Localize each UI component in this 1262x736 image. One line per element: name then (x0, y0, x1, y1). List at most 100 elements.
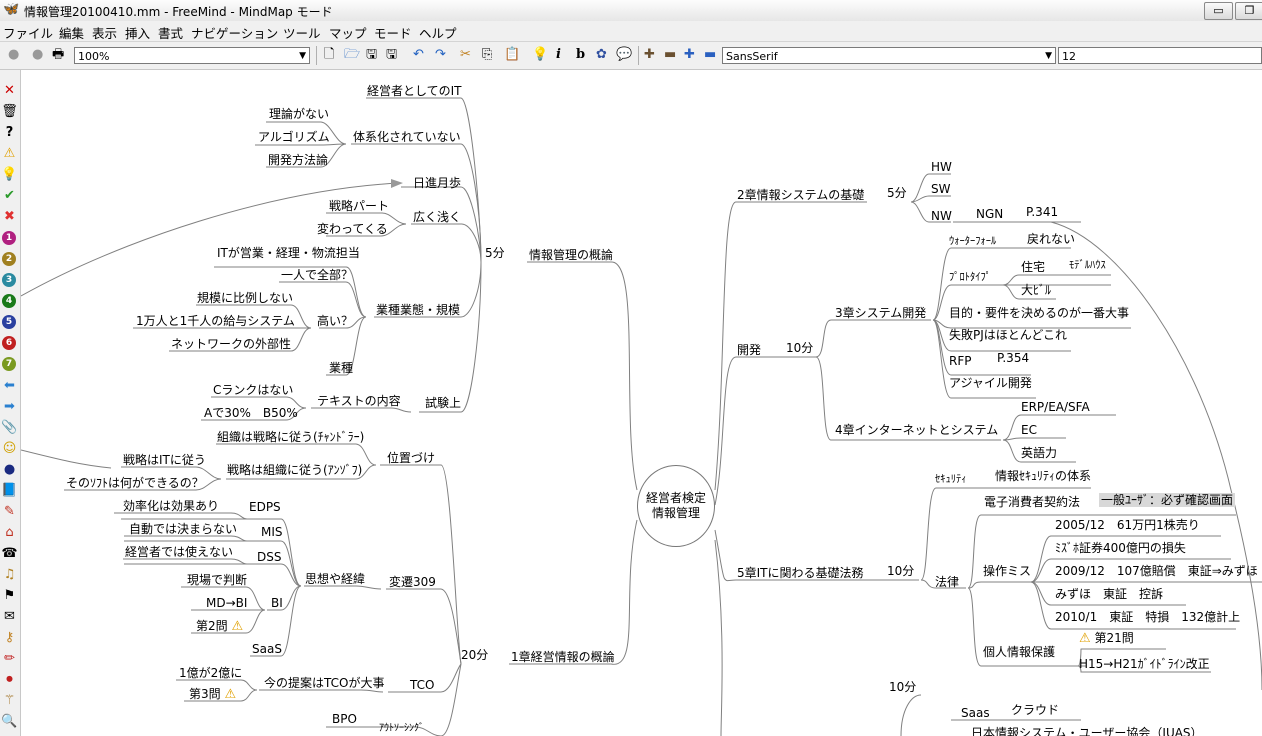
node-org-follows[interactable]: 組織は戦略に従う(ﾁｬﾝﾄﾞﾗｰ) (217, 430, 364, 444)
node-no-return[interactable]: 戻れない (1027, 232, 1075, 246)
pencil-icon[interactable]: ✏ (1, 650, 18, 667)
node-efficient[interactable]: 効率化は効果あり (123, 499, 219, 513)
font-select[interactable]: SansSerif ▼ (722, 47, 1056, 64)
paste-icon[interactable]: 📋 (504, 46, 520, 64)
menu-insert[interactable]: 挿入 (125, 23, 150, 42)
node-nw[interactable]: NW (931, 209, 952, 223)
node-p354[interactable]: P.354 (997, 351, 1029, 365)
print-icon[interactable]: 🖶 (52, 46, 64, 64)
node-salary-system[interactable]: 1万人と1千人の給与システム (136, 314, 295, 328)
node-law[interactable]: 法律 (935, 575, 959, 589)
arrow-right-icon[interactable]: ➡ (1, 398, 18, 415)
menu-help[interactable]: ヘルプ (419, 23, 457, 42)
node-cloud[interactable]: クラウド (1011, 703, 1059, 717)
priority-2-icon[interactable]: 2 (2, 252, 16, 266)
node-q2[interactable]: 第2問 ⚠ (196, 619, 243, 634)
node-juas[interactable]: 日本情報システム・ユーザー協会（JUAS） (971, 726, 1203, 736)
remove-icon-button[interactable]: ✕ (1, 82, 18, 99)
menu-map[interactable]: マップ (329, 23, 367, 42)
node-mizuho-appeal[interactable]: みずほ 東証 控訴 (1055, 587, 1163, 601)
node-time-10min[interactable]: 10分 (786, 341, 813, 355)
italic-icon[interactable]: i (556, 46, 561, 64)
node-eigo[interactable]: 英語力 (1021, 446, 1057, 460)
checkmark-icon[interactable]: ✔ (1, 187, 18, 204)
node-mis[interactable]: MIS (261, 525, 283, 539)
node-ch2-basis[interactable]: 2章情報システムの基礎 (737, 188, 864, 202)
trash-icon[interactable]: 🗑 (1, 103, 18, 120)
bomb-icon[interactable]: ● (1, 461, 18, 478)
node-house[interactable]: 住宅 (1021, 260, 1045, 274)
save-as-icon[interactable]: 🖫 (386, 46, 397, 64)
node-ch4[interactable]: 4章インターネットとシステム (835, 423, 998, 437)
node-sw[interactable]: SW (931, 182, 950, 196)
node-strat-it[interactable]: 戦略はITに従う (123, 453, 206, 467)
copy-icon[interactable]: ⎘ (482, 46, 492, 64)
node-saas-r[interactable]: Saas (961, 706, 990, 720)
warning-icon[interactable]: ⚠ (1, 145, 18, 162)
node-not-proportional[interactable]: 規模に比例しない (197, 291, 293, 305)
menu-mode[interactable]: モード (374, 23, 412, 42)
menu-edit[interactable]: 編集 (59, 23, 84, 42)
node-q3[interactable]: 第3問 ⚠ (189, 687, 236, 702)
mindmap-canvas[interactable]: 経営者検定 情報管理 情報管理の概論 5分 経営者としてのIT 体系化されていな… (21, 70, 1262, 736)
save-icon[interactable]: 🖫 (366, 46, 377, 64)
node-algorithm[interactable]: アルゴリズム (258, 130, 330, 144)
plus-icon[interactable]: ✚ (644, 46, 655, 64)
node-network[interactable]: ネットワークの外部性 (171, 337, 291, 351)
node-soft-what[interactable]: そのｿﾌﾄは何ができるの？ (66, 476, 204, 490)
node-prototype[interactable]: ﾌﾟﾛﾄﾀｲﾌﾟ (949, 270, 991, 284)
menu-view[interactable]: 表示 (92, 23, 117, 42)
root-node[interactable]: 経営者検定 情報管理 (637, 465, 715, 547)
node-d2009[interactable]: 2009/12 107億賠償 東証⇒みずほ (1055, 564, 1258, 578)
stop-light-icon[interactable]: ⏺ (1, 671, 18, 688)
node-time-10min-b[interactable]: 10分 (887, 564, 914, 578)
open-folder-icon[interactable]: 🗁 (344, 46, 360, 64)
flag-icon[interactable]: ⚑ (1, 587, 18, 604)
smiley-icon[interactable]: ☺ (1, 440, 18, 457)
lightbulb-icon[interactable]: 💡 (1, 166, 18, 183)
bold-icon[interactable]: b (576, 46, 585, 64)
node-transition[interactable]: 変遷309 (389, 575, 436, 589)
node-no-theory[interactable]: 理論がない (269, 107, 329, 121)
node-exam[interactable]: 試験上 (425, 396, 461, 410)
node-waterfall[interactable]: ｳｫｰﾀｰﾌｫｰﾙ (949, 234, 996, 248)
node-md-bi[interactable]: MD→BI (206, 596, 247, 610)
node-general-user[interactable]: 一般ﾕｰｻﾞ：必ず確認画面 (1099, 493, 1236, 507)
node-ch1[interactable]: 1章経営情報の概論 (511, 650, 615, 664)
node-purpose[interactable]: 目的・要件を決めるのが一番大事 (949, 306, 1129, 320)
cross-icon[interactable]: ✖ (1, 208, 18, 225)
node-position[interactable]: 位置づけ (387, 451, 435, 465)
cloud-icon[interactable]: ✿ (596, 46, 607, 64)
node-building[interactable]: 大ﾋﾞﾙ (1021, 283, 1051, 297)
node-ch5[interactable]: 5章ITに関わる基礎法務 (737, 566, 864, 580)
node-agile[interactable]: アジャイル開発 (949, 376, 1032, 390)
node-not-systematic[interactable]: 体系化されていない (353, 130, 461, 144)
node-p341[interactable]: P.341 (1026, 205, 1058, 219)
node-auto[interactable]: 自動では決まらない (129, 522, 237, 536)
node-high[interactable]: 高い？ (317, 314, 353, 328)
menu-navigation[interactable]: ナビゲーション (191, 23, 278, 42)
node-bi[interactable]: BI (271, 596, 283, 610)
minimize-button[interactable]: ▭ (1204, 2, 1233, 20)
node-changing[interactable]: 変わってくる (317, 222, 388, 236)
blue-minus-icon[interactable]: ▬ (704, 46, 716, 64)
node-daily-progress[interactable]: 日進月歩 (413, 176, 461, 190)
home-icon[interactable]: ⌂ (1, 524, 18, 541)
node-text-content[interactable]: テキストの内容 (317, 394, 401, 408)
node-industry-scale[interactable]: 業種業態・規模 (376, 303, 460, 317)
book-icon[interactable]: 📘 (1, 482, 18, 499)
magic-wand-icon[interactable]: ⚚ (1, 692, 18, 709)
node-no-c-rank[interactable]: Cランクはない (213, 383, 293, 397)
menu-tools[interactable]: ツール (283, 23, 321, 42)
node-field[interactable]: 現場で判断 (187, 573, 247, 587)
key-icon[interactable]: ⚷ (1, 629, 18, 646)
arrow-left-icon[interactable]: ⬅ (1, 377, 18, 394)
node-mizuho-sec[interactable]: ﾐｽﾞﾎ証券400億円の損失 (1055, 541, 1186, 555)
zoom-select[interactable]: 100% ▼ (74, 47, 310, 64)
blue-plus-icon[interactable]: ✚ (684, 46, 695, 64)
question-icon[interactable]: ? (1, 124, 18, 141)
node-wide-shallow[interactable]: 広く浅く (413, 210, 461, 224)
node-op-miss[interactable]: 操作ミス (983, 564, 1031, 578)
node-a30[interactable]: Aで30% B50% (204, 406, 298, 420)
priority-6-icon[interactable]: 6 (2, 336, 16, 350)
